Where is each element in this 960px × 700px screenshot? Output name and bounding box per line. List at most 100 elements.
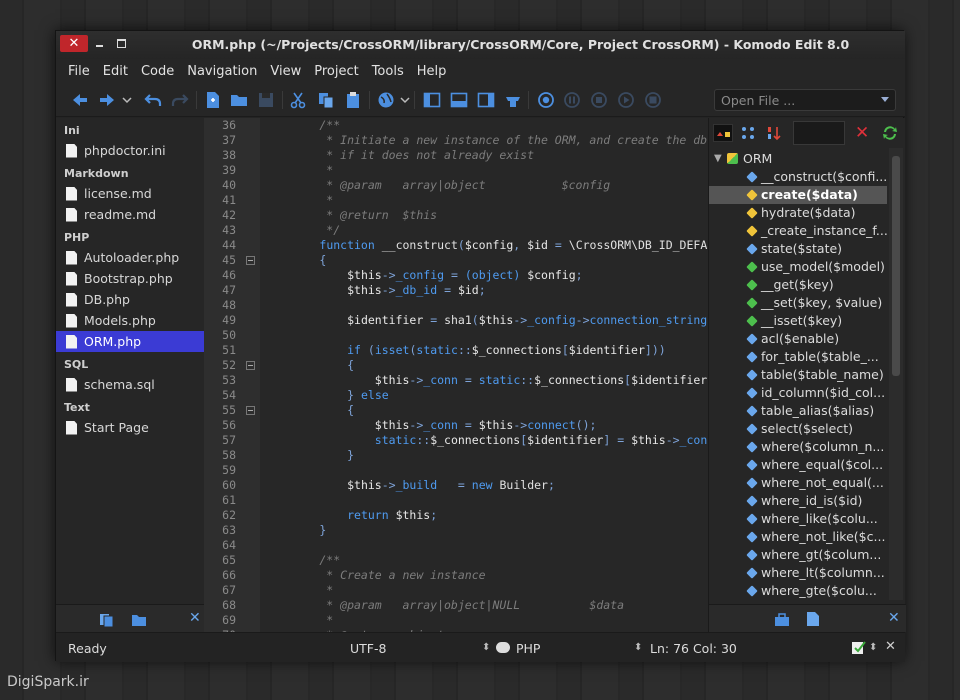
fold-toggle-icon[interactable]: [246, 406, 255, 415]
outline-item[interactable]: __isset($key): [709, 312, 887, 330]
save-macro-icon[interactable]: [644, 91, 662, 109]
outline-item[interactable]: __construct($confi...: [709, 168, 887, 186]
outline-item[interactable]: where_not_equal(...: [709, 474, 887, 492]
outline-item[interactable]: __get($key): [709, 276, 887, 294]
outline-item[interactable]: where_not_like($c...: [709, 528, 887, 546]
position-chevron-updown-icon[interactable]: ⬍: [634, 642, 642, 653]
code-line[interactable]: static::$_connections[$identifier] = $th…: [260, 433, 708, 448]
back-arrow-icon[interactable]: [71, 91, 89, 109]
code-line[interactable]: $this->_conn = static::$_connections[$id…: [260, 373, 708, 388]
code-line[interactable]: }: [260, 523, 708, 538]
outline-item[interactable]: for_table($table_...: [709, 348, 887, 366]
paste-icon[interactable]: [344, 91, 362, 109]
menu-project[interactable]: Project: [309, 59, 363, 83]
code-line[interactable]: /**: [260, 553, 708, 568]
file-item[interactable]: DB.php: [56, 289, 204, 310]
syntax-check-icon[interactable]: [851, 640, 867, 655]
layout-bottom-icon[interactable]: [450, 91, 468, 109]
outline-filter-input[interactable]: [793, 121, 845, 145]
outline-item[interactable]: table($table_name): [709, 366, 887, 384]
menu-edit[interactable]: Edit: [98, 59, 133, 83]
close-statusbar-icon[interactable]: ✕: [885, 639, 896, 654]
pause-macro-icon[interactable]: [563, 91, 581, 109]
layout-left-icon[interactable]: [423, 91, 441, 109]
code-line[interactable]: {: [260, 403, 708, 418]
status-encoding[interactable]: UTF-8: [350, 641, 386, 656]
outline-item[interactable]: where_lt($column...: [709, 564, 887, 582]
outline-item[interactable]: _create_instance_f...: [709, 222, 887, 240]
menu-help[interactable]: Help: [412, 59, 452, 83]
clear-filter-icon[interactable]: ✕: [855, 123, 869, 143]
open-files-tab-icon[interactable]: [99, 612, 115, 628]
file-item[interactable]: Autoloader.php: [56, 247, 204, 268]
code-line[interactable]: [260, 493, 708, 508]
code-line[interactable]: $identifier = sha1($this->_config->conne…: [260, 313, 708, 328]
outline-item[interactable]: where_like($colu...: [709, 510, 887, 528]
outline-scrollbar[interactable]: [889, 148, 903, 600]
stop-macro-icon[interactable]: [590, 91, 608, 109]
code-line[interactable]: {: [260, 358, 708, 373]
code-line[interactable]: * @param array|object|NULL $data: [260, 598, 708, 613]
status-position[interactable]: Ln: 76 Col: 30: [650, 641, 737, 656]
close-sidebar-icon[interactable]: ✕: [189, 610, 201, 626]
outline-item[interactable]: acl($enable): [709, 330, 887, 348]
outline-item[interactable]: use_model($model): [709, 258, 887, 276]
language-chevron-updown-icon[interactable]: ⬍: [482, 642, 490, 653]
toolbox-tab-icon[interactable]: [774, 612, 790, 626]
save-icon[interactable]: [257, 91, 275, 109]
code-editor[interactable]: /** * Initiate a new instance of the ORM…: [260, 118, 708, 632]
code-line[interactable]: [260, 328, 708, 343]
sort-alphabetical-icon[interactable]: [765, 124, 785, 142]
outline-item[interactable]: select($select): [709, 420, 887, 438]
code-line[interactable]: [260, 463, 708, 478]
code-line[interactable]: [260, 538, 708, 553]
open-file-chevron-down-icon[interactable]: [881, 97, 889, 102]
code-line[interactable]: } else: [260, 388, 708, 403]
outline-item[interactable]: id_column($id_col...: [709, 384, 887, 402]
menu-view[interactable]: View: [265, 59, 306, 83]
outline-item[interactable]: table_alias($alias): [709, 402, 887, 420]
code-line[interactable]: $this->_conn = $this->connect();: [260, 418, 708, 433]
close-outline-icon[interactable]: ✕: [888, 610, 900, 626]
code-line[interactable]: * @return $this: [260, 208, 708, 223]
outline-item[interactable]: where_id_is($id): [709, 492, 887, 510]
code-line[interactable]: *: [260, 613, 708, 628]
code-line[interactable]: */: [260, 223, 708, 238]
code-line[interactable]: * if it does not already exist: [260, 148, 708, 163]
code-line[interactable]: [260, 298, 708, 313]
menu-code[interactable]: Code: [136, 59, 179, 83]
menu-tools[interactable]: Tools: [367, 59, 409, 83]
code-line[interactable]: }: [260, 448, 708, 463]
globe-icon[interactable]: [377, 91, 395, 109]
file-item[interactable]: ORM.php: [56, 331, 204, 352]
code-line[interactable]: if (isset(static::$_connections[$identif…: [260, 343, 708, 358]
file-item[interactable]: phpdoctor.ini: [56, 140, 204, 161]
forward-arrow-icon[interactable]: [98, 91, 116, 109]
code-tab-document-icon[interactable]: [806, 611, 820, 627]
refresh-icon[interactable]: [881, 124, 899, 142]
file-item[interactable]: Start Page: [56, 417, 204, 438]
code-line[interactable]: return $this;: [260, 508, 708, 523]
code-line[interactable]: *: [260, 193, 708, 208]
file-item[interactable]: Bootstrap.php: [56, 268, 204, 289]
fold-toggle-icon[interactable]: [246, 361, 255, 370]
play-macro-icon[interactable]: [617, 91, 635, 109]
code-line[interactable]: $this->_db_id = $id;: [260, 283, 708, 298]
code-line[interactable]: $this->_config = (object) $config;: [260, 268, 708, 283]
layout-right-icon[interactable]: [477, 91, 495, 109]
file-item[interactable]: license.md: [56, 183, 204, 204]
code-line[interactable]: *: [260, 583, 708, 598]
outline-item[interactable]: state($state): [709, 240, 887, 258]
code-line[interactable]: {: [260, 253, 708, 268]
outline-scrollbar-thumb[interactable]: [892, 156, 900, 376]
group-by-icon[interactable]: [739, 124, 759, 142]
new-file-icon[interactable]: [204, 91, 222, 109]
cut-icon[interactable]: [289, 91, 307, 109]
outline-item[interactable]: where_gt($colum...: [709, 546, 887, 564]
code-line[interactable]: $this->_build = new Builder;: [260, 478, 708, 493]
places-tab-folder-icon[interactable]: [131, 612, 147, 626]
toolbox-icon[interactable]: [504, 91, 522, 109]
code-line[interactable]: *: [260, 163, 708, 178]
file-item[interactable]: schema.sql: [56, 374, 204, 395]
fold-toggle-icon[interactable]: [246, 256, 255, 265]
